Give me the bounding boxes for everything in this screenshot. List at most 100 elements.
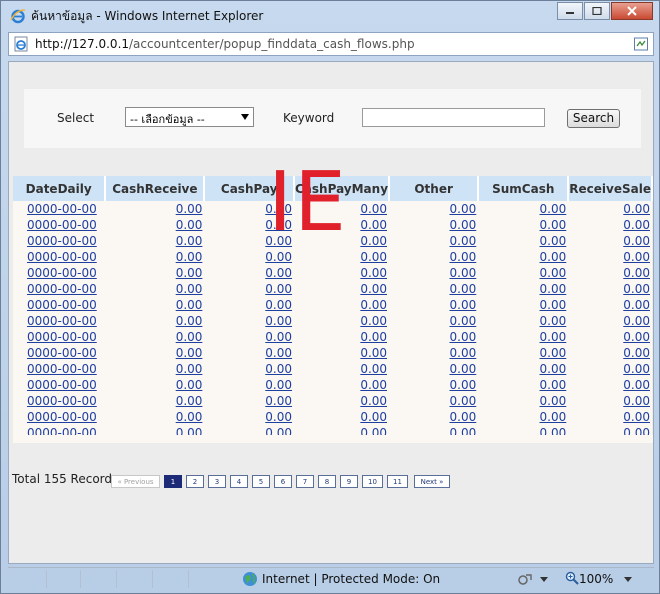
amount-link[interactable]: 0.00: [265, 410, 292, 424]
amount-link[interactable]: 0.00: [540, 234, 567, 248]
amount-link[interactable]: 0.00: [176, 362, 203, 376]
amount-link[interactable]: 0.00: [176, 314, 203, 328]
amount-link[interactable]: 0.00: [623, 298, 650, 312]
amount-link[interactable]: 0.00: [623, 346, 650, 360]
previous-page-button[interactable]: « Previous: [111, 475, 160, 488]
amount-link[interactable]: 0.00: [540, 330, 567, 344]
column-header-other[interactable]: Other: [389, 176, 480, 201]
amount-link[interactable]: 0.00: [176, 282, 203, 296]
date-link[interactable]: 0000-00-00: [27, 282, 97, 296]
amount-link[interactable]: 0.00: [176, 394, 203, 408]
date-link[interactable]: 0000-00-00: [27, 346, 97, 360]
title-bar[interactable]: ค้นหาข้อมูล - Windows Internet Explorer: [1, 1, 659, 31]
amount-link[interactable]: 0.00: [623, 266, 650, 280]
amount-link[interactable]: 0.00: [360, 378, 387, 392]
column-header-cashpaymany[interactable]: CashPayMany: [294, 176, 391, 201]
amount-link[interactable]: 0.00: [176, 234, 203, 248]
date-link[interactable]: 0000-00-00: [27, 330, 97, 344]
amount-link[interactable]: 0.00: [176, 378, 203, 392]
date-link[interactable]: 0000-00-00: [27, 410, 97, 424]
date-link[interactable]: 0000-00-00: [27, 298, 97, 312]
date-link[interactable]: 0000-00-00: [27, 378, 97, 392]
zoom-level[interactable]: 100%: [579, 572, 613, 586]
compatibility-view-icon[interactable]: [633, 36, 649, 52]
amount-link[interactable]: 0.00: [176, 266, 203, 280]
amount-link[interactable]: 0.00: [623, 394, 650, 408]
date-link[interactable]: 0000-00-00: [27, 250, 97, 264]
page-button-3[interactable]: 3: [208, 475, 226, 488]
amount-link[interactable]: 0.00: [265, 378, 292, 392]
page-button-11[interactable]: 11: [387, 475, 408, 488]
amount-link[interactable]: 0.00: [360, 410, 387, 424]
amount-link[interactable]: 0.00: [540, 202, 567, 216]
security-zone-text[interactable]: Internet | Protected Mode: On: [262, 572, 440, 586]
date-link[interactable]: 0000-00-00: [27, 218, 97, 232]
amount-link[interactable]: 0.00: [176, 330, 203, 344]
amount-link[interactable]: 0.00: [450, 410, 477, 424]
amount-link[interactable]: 0.00: [540, 362, 567, 376]
amount-link[interactable]: 0.00: [265, 250, 292, 264]
amount-link[interactable]: 0.00: [623, 362, 650, 376]
column-header-cashpay[interactable]: CashPay: [204, 176, 295, 201]
amount-link[interactable]: 0.00: [360, 346, 387, 360]
amount-link[interactable]: 0.00: [265, 346, 292, 360]
amount-link[interactable]: 0.00: [540, 298, 567, 312]
amount-link[interactable]: 0.00: [265, 394, 292, 408]
amount-link[interactable]: 0.00: [450, 362, 477, 376]
amount-link[interactable]: 0.00: [623, 282, 650, 296]
zoom-icon[interactable]: [565, 571, 579, 585]
amount-link[interactable]: 0.00: [176, 346, 203, 360]
page-button-8[interactable]: 8: [318, 475, 336, 488]
amount-link[interactable]: 0.00: [540, 378, 567, 392]
amount-link[interactable]: 0.00: [540, 346, 567, 360]
amount-link[interactable]: 0.00: [540, 218, 567, 232]
amount-link[interactable]: 0.00: [265, 282, 292, 296]
amount-link[interactable]: 0.00: [360, 394, 387, 408]
amount-link[interactable]: 0.00: [450, 218, 477, 232]
amount-link[interactable]: 0.00: [176, 202, 203, 216]
amount-link[interactable]: 0.00: [623, 314, 650, 328]
date-link[interactable]: 0000-00-00: [27, 394, 97, 408]
amount-link[interactable]: 0.00: [265, 314, 292, 328]
amount-link[interactable]: 0.00: [176, 250, 203, 264]
amount-link[interactable]: 0.00: [450, 266, 477, 280]
amount-link[interactable]: 0.00: [623, 202, 650, 216]
page-button-7[interactable]: 7: [296, 475, 314, 488]
amount-link[interactable]: 0.00: [450, 394, 477, 408]
amount-link[interactable]: 0.00: [540, 410, 567, 424]
amount-link[interactable]: 0.00: [450, 314, 477, 328]
amount-link[interactable]: 0.00: [360, 266, 387, 280]
address-bar[interactable]: http://127.0.0.1/accountcenter/popup_fin…: [8, 32, 654, 56]
amount-link[interactable]: 0.00: [265, 298, 292, 312]
security-settings-icon[interactable]: [517, 571, 533, 587]
address-url[interactable]: http://127.0.0.1/accountcenter/popup_fin…: [35, 37, 415, 51]
amount-link[interactable]: 0.00: [265, 234, 292, 248]
amount-link[interactable]: 0.00: [623, 410, 650, 424]
page-button-5[interactable]: 5: [252, 475, 270, 488]
amount-link[interactable]: 0.00: [623, 218, 650, 232]
security-dropdown-icon[interactable]: [540, 577, 548, 582]
amount-link[interactable]: 0.00: [540, 314, 567, 328]
amount-link[interactable]: 0.00: [265, 330, 292, 344]
amount-link[interactable]: 0.00: [265, 362, 292, 376]
amount-link[interactable]: 0.00: [450, 346, 477, 360]
keyword-input[interactable]: [362, 108, 545, 127]
amount-link[interactable]: 0.00: [540, 394, 567, 408]
amount-link[interactable]: 0.00: [360, 298, 387, 312]
amount-link[interactable]: 0.00: [360, 202, 387, 216]
amount-link[interactable]: 0.00: [540, 250, 567, 264]
amount-link[interactable]: 0.00: [360, 282, 387, 296]
amount-link[interactable]: 0.00: [450, 330, 477, 344]
amount-link[interactable]: 0.00: [623, 378, 650, 392]
page-button-2[interactable]: 2: [186, 475, 204, 488]
amount-link[interactable]: 0.00: [623, 330, 650, 344]
date-link[interactable]: 0000-00-00: [27, 314, 97, 328]
date-link[interactable]: 0000-00-00: [27, 234, 97, 248]
amount-link[interactable]: 0.00: [265, 218, 292, 232]
amount-link[interactable]: 0.00: [450, 202, 477, 216]
search-button[interactable]: Search: [567, 109, 620, 128]
amount-link[interactable]: 0.00: [265, 266, 292, 280]
amount-link[interactable]: 0.00: [450, 298, 477, 312]
amount-link[interactable]: 0.00: [450, 282, 477, 296]
date-link[interactable]: 0000-00-00: [27, 202, 97, 216]
